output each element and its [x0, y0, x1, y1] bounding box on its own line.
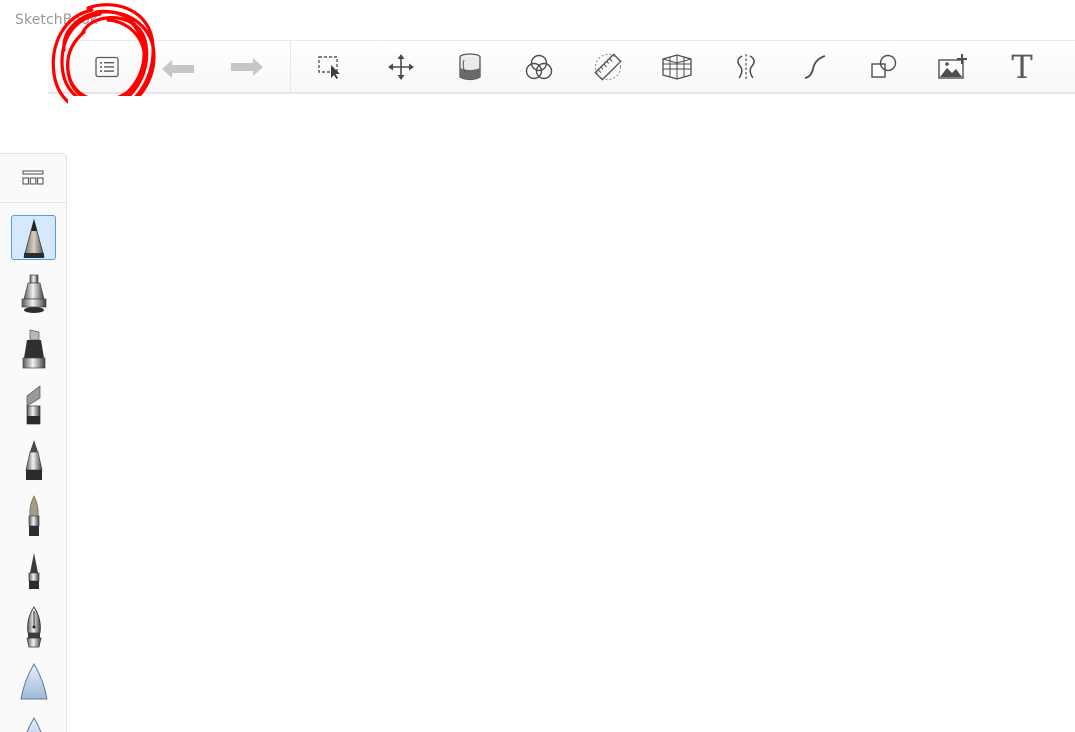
app-title: SketchBook — [15, 12, 99, 28]
hard-eraser-icon — [19, 662, 48, 699]
airbrush-icon — [21, 274, 46, 313]
fine-pen-icon — [28, 552, 39, 589]
lagoon-menu-button[interactable] — [85, 45, 129, 89]
brush-chisel-marker[interactable] — [11, 382, 56, 427]
transform-button[interactable] — [379, 45, 423, 89]
marquee-select-icon — [318, 56, 340, 79]
marker-icon — [22, 329, 45, 368]
chisel-marker-icon — [26, 384, 40, 424]
fountain-pen-icon — [26, 605, 41, 647]
perspective-button[interactable] — [655, 45, 699, 89]
brush-fine-pen[interactable] — [11, 548, 56, 593]
brush-palette — [0, 153, 67, 732]
brush-soft-eraser[interactable] — [11, 713, 56, 732]
symmetry-icon — [737, 54, 755, 80]
brush-ballpoint[interactable] — [11, 437, 56, 482]
shapes-icon — [871, 54, 897, 78]
brush-airbrush[interactable] — [11, 271, 56, 316]
brush-library-button[interactable] — [0, 154, 66, 203]
brush-pencil[interactable] — [11, 215, 56, 260]
list-icon — [95, 56, 119, 78]
add-image-button[interactable] — [931, 45, 975, 89]
selection-button[interactable] — [309, 45, 353, 89]
steady-stroke-button[interactable] — [793, 45, 837, 89]
symmetry-button[interactable] — [724, 45, 768, 89]
brush-paintbrush[interactable] — [11, 493, 56, 538]
brush-hard-eraser[interactable] — [11, 659, 56, 704]
ruler-icon — [594, 53, 622, 81]
sketchbook-window: SketchBook T — [0, 0, 1075, 732]
soft-eraser-icon — [25, 716, 42, 732]
fill-button[interactable] — [448, 45, 492, 89]
text-icon: T — [1011, 48, 1033, 86]
ruler-button[interactable] — [586, 45, 630, 89]
paint-bucket-icon — [459, 53, 481, 81]
undo-arrow-icon — [162, 60, 194, 78]
color-circles-icon — [525, 54, 553, 80]
redo-arrow-icon — [231, 58, 263, 76]
paintbrush-icon — [28, 494, 39, 536]
redo-button[interactable] — [225, 45, 269, 89]
curve-stroke-icon — [804, 55, 826, 79]
text-button[interactable]: T — [1000, 45, 1044, 89]
ballpoint-pen-icon — [25, 439, 42, 480]
add-image-icon — [938, 54, 967, 79]
shapes-button[interactable] — [862, 45, 906, 89]
brush-fountain-pen[interactable] — [11, 604, 56, 649]
perspective-grid-icon — [662, 54, 692, 80]
brush-library-icon — [22, 170, 44, 185]
toolbar-separator — [290, 41, 291, 93]
undo-button[interactable] — [156, 45, 200, 89]
brush-marker[interactable] — [11, 326, 56, 371]
main-toolbar: T — [48, 40, 1075, 94]
color-editor-button[interactable] — [517, 45, 561, 89]
drawing-canvas[interactable] — [68, 96, 1075, 732]
move-arrows-icon — [388, 54, 414, 80]
pencil-brush-icon — [22, 217, 45, 258]
